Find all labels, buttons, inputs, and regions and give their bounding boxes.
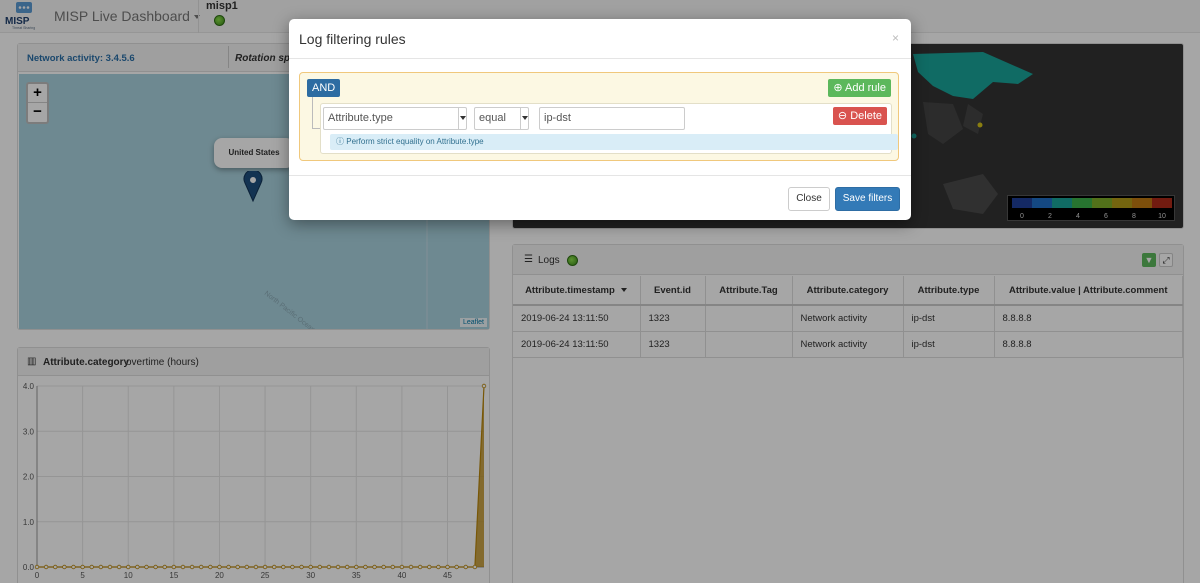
- rule-info: ⓘ Perform strict equality on Attribute.t…: [330, 134, 898, 150]
- query-builder: AND ⊕ Add rule Attribute.type equal ip-d…: [299, 72, 899, 161]
- and-condition-button[interactable]: AND: [307, 79, 341, 97]
- rule-info-text: Perform strict equality on Attribute.typ…: [346, 137, 484, 146]
- operator-select[interactable]: equal: [474, 107, 529, 130]
- delete-rule-button[interactable]: ⊖ Delete: [832, 107, 887, 125]
- save-filters-button[interactable]: Save filters: [835, 187, 900, 211]
- filter-rule: Attribute.type equal ip-dst ⊖ Delete ⓘ P…: [320, 103, 898, 154]
- close-icon[interactable]: ×: [892, 31, 899, 45]
- dashboard-page: MISP Threat Sharing MISP Live Dashboard …: [0, 0, 1200, 583]
- modal-header: Log filtering rules ×: [289, 19, 911, 59]
- operator-select-value: equal: [479, 112, 506, 124]
- close-button[interactable]: Close: [788, 187, 830, 211]
- modal-title: Log filtering rules: [299, 31, 406, 47]
- log-filter-modal: Log filtering rules × AND ⊕ Add rule Att…: [289, 19, 911, 220]
- select-arrow-icon: [458, 108, 466, 129]
- rule-value-input[interactable]: ip-dst: [539, 107, 685, 130]
- rule-connector: [312, 97, 320, 129]
- plus-circle-icon: ⊕: [833, 82, 843, 94]
- add-rule-label: Add rule: [845, 82, 886, 94]
- field-select[interactable]: Attribute.type: [323, 107, 467, 130]
- delete-label: Delete: [850, 110, 882, 122]
- minus-circle-icon: ⊖: [837, 110, 848, 122]
- modal-footer: Close Save filters: [289, 175, 911, 220]
- field-select-value: Attribute.type: [328, 112, 393, 124]
- select-arrow-icon: [520, 108, 528, 129]
- info-icon: ⓘ: [336, 137, 344, 146]
- add-rule-button[interactable]: ⊕ Add rule: [828, 79, 891, 97]
